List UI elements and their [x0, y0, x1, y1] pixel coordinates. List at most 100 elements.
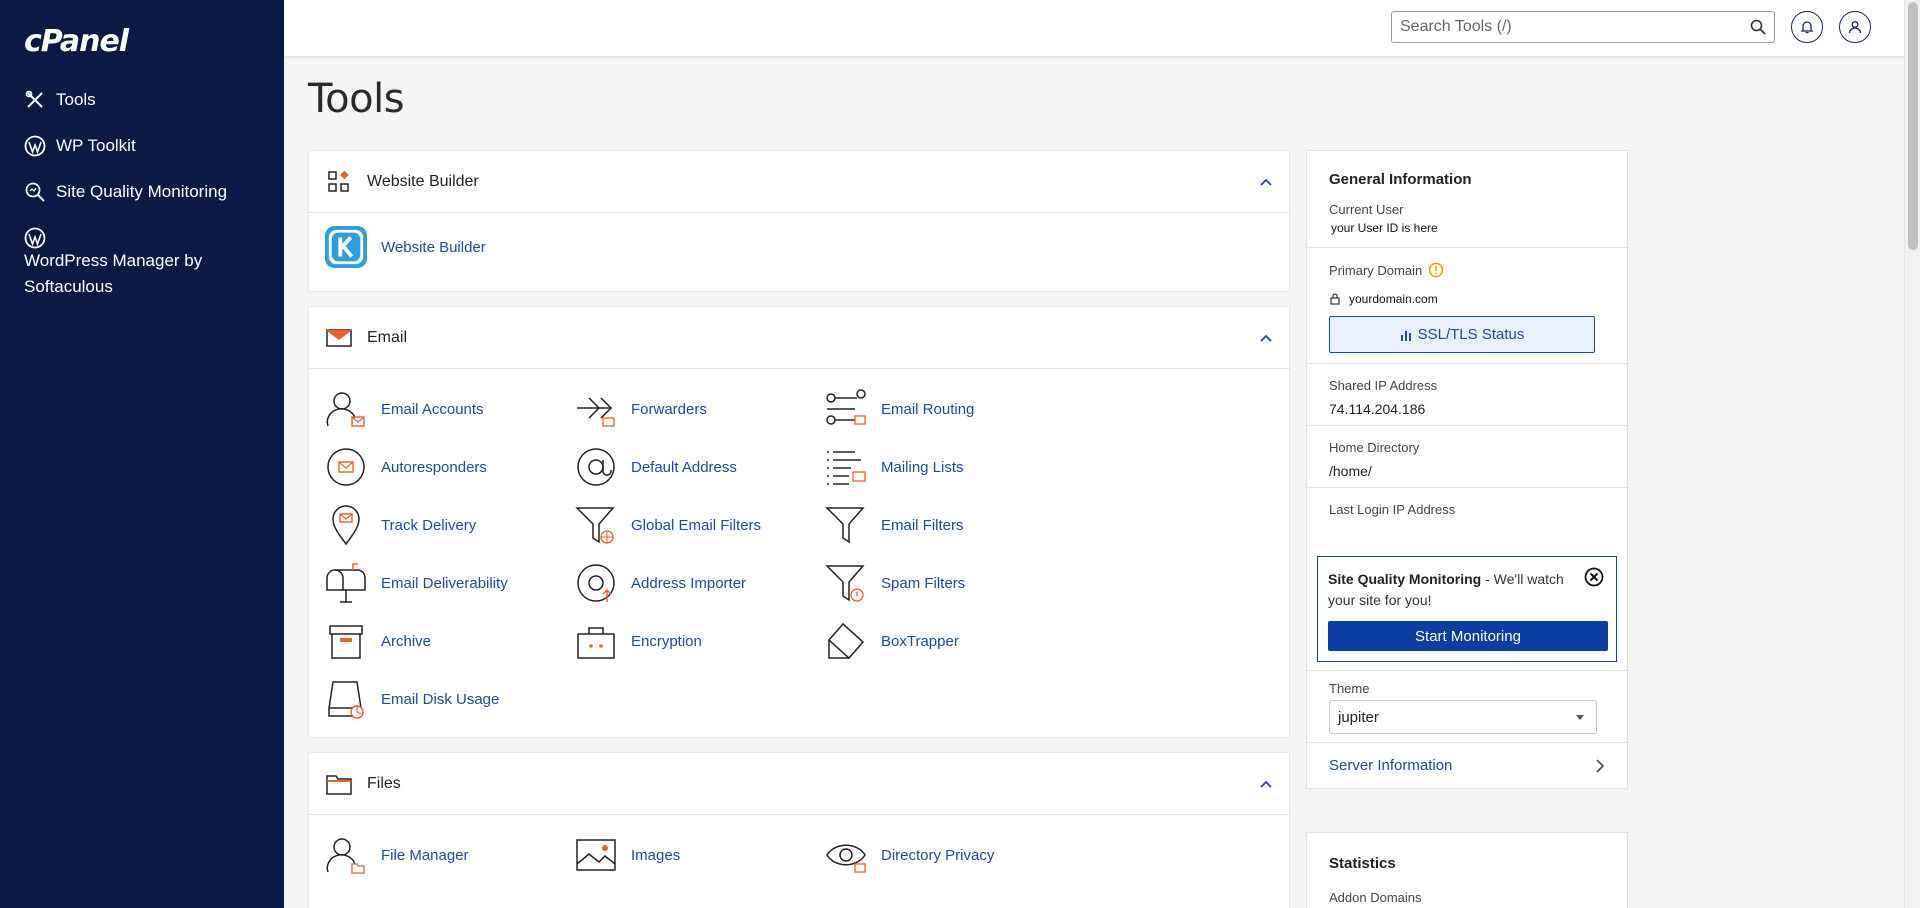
tool-track-delivery[interactable]: Track Delivery: [325, 503, 476, 547]
close-icon[interactable]: [1584, 567, 1604, 587]
tool-email-disk-usage[interactable]: Email Disk Usage: [325, 677, 499, 721]
addon-domains-label: Addon Domains: [1329, 890, 1422, 905]
general-info-title: General Information: [1329, 171, 1472, 188]
tool-label: Spam Filters: [881, 574, 966, 592]
mailing-lists-icon: [827, 451, 866, 485]
topbar: [284, 0, 1904, 57]
sidebar-item-label: Tools: [56, 90, 96, 109]
tool-file-manager[interactable]: File Manager: [325, 833, 469, 877]
panel-email: Email Email Accounts Autoresponders Trac…: [308, 306, 1290, 738]
theme-select[interactable]: jupiter: [1329, 700, 1597, 734]
tool-spam-filters[interactable]: Spam Filters: [825, 561, 965, 605]
tool-label: Global Email Filters: [631, 516, 762, 534]
folder-icon: [326, 774, 352, 795]
theme-select-value: jupiter: [1338, 708, 1379, 726]
tool-boxtrapper[interactable]: BoxTrapper: [825, 619, 959, 663]
server-information-link[interactable]: Server Information: [1329, 757, 1605, 774]
autoresponders-icon: [327, 448, 365, 486]
tool-global-email-filters[interactable]: Global Email Filters: [575, 503, 761, 547]
tool-label: Email Filters: [881, 516, 964, 534]
bell-icon: [1800, 21, 1814, 34]
warning-icon[interactable]: [1428, 262, 1444, 278]
info-section-theme: Theme jupiter: [1307, 670, 1627, 743]
panel-title: Email: [367, 328, 408, 346]
panel-header[interactable]: Website Builder: [309, 151, 1289, 213]
address-importer-icon: [577, 564, 615, 602]
website-builder-icon: [328, 170, 349, 192]
last-login-label: Last Login IP Address: [1329, 502, 1456, 517]
sidebar-item-site-quality-monitoring[interactable]: Site Quality Monitoring: [0, 180, 284, 204]
site-quality-monitoring-callout: Site Quality Monitoring - We'll watch yo…: [1317, 556, 1617, 662]
tool-mailing-lists[interactable]: Mailing Lists: [825, 445, 964, 489]
tool-label: Track Delivery: [381, 516, 477, 534]
statistics-panel: Statistics Addon Domains: [1306, 832, 1628, 908]
sidebar-item-label-line2: Softaculous: [24, 277, 113, 296]
tool-email-routing[interactable]: Email Routing: [825, 387, 974, 431]
shared-ip-label: Shared IP Address: [1329, 378, 1438, 393]
sqm-title: Site Quality Monitoring: [1328, 571, 1482, 587]
current-user-value: your User ID is here: [1331, 221, 1438, 235]
home-dir-label: Home Directory: [1329, 440, 1420, 455]
sidebar-item-tools[interactable]: Tools: [0, 88, 284, 112]
search-icon[interactable]: [1750, 19, 1766, 35]
tool-email-filters[interactable]: Email Filters: [825, 503, 964, 547]
sidebar-item-wp-toolkit[interactable]: WP Toolkit: [0, 134, 284, 158]
boxtrapper-icon: [827, 622, 865, 660]
panel-header[interactable]: Email: [309, 307, 1289, 369]
tools-icon: [25, 90, 43, 108]
info-section-last-login: Last Login IP Address: [1307, 488, 1627, 548]
panel-website-builder: Website Builder Website Builder: [308, 150, 1290, 292]
notifications-button[interactable]: [1791, 11, 1823, 43]
sqm-message: Site Quality Monitoring - We'll watch yo…: [1328, 569, 1568, 611]
info-section-home-dir: Home Directory /home/: [1307, 426, 1627, 488]
tool-encryption[interactable]: Encryption: [575, 619, 702, 663]
shared-ip-value: 74.114.204.186: [1329, 401, 1426, 417]
magnifier-icon: [25, 182, 45, 202]
chevron-right-icon: [1596, 758, 1605, 773]
info-section-domain: Primary Domain yourdomain.com SSL/TLS St…: [1307, 248, 1627, 364]
panel-header[interactable]: Files: [309, 753, 1289, 815]
chevron-up-icon[interactable]: [1259, 175, 1273, 189]
mailbox-icon: [326, 563, 366, 603]
scrollbar-thumb[interactable]: [1908, 2, 1918, 250]
tool-autoresponders[interactable]: Autoresponders: [325, 445, 487, 489]
tool-images[interactable]: Images: [575, 833, 680, 877]
lock-icon: [1330, 293, 1340, 305]
images-icon: [576, 839, 616, 871]
tool-directory-privacy[interactable]: Directory Privacy: [825, 833, 994, 877]
sidebar-item-wordpress-manager[interactable]: WordPress Manager by Softaculous: [0, 226, 284, 299]
search-input[interactable]: [1392, 12, 1732, 42]
user-menu-button[interactable]: [1839, 11, 1871, 43]
panel-title: Website Builder: [367, 172, 479, 190]
tool-archive[interactable]: Archive: [325, 619, 431, 663]
sidebar: cPanel Tools WP Toolkit Site Quality Mon…: [0, 0, 284, 908]
encryption-icon: [577, 627, 615, 659]
tool-label: Email Disk Usage: [381, 690, 500, 708]
tool-label: Images: [631, 846, 681, 864]
chevron-up-icon[interactable]: [1259, 777, 1273, 791]
track-delivery-icon: [332, 505, 360, 546]
panel-title: Files: [367, 774, 401, 792]
server-info-label: Server Information: [1329, 757, 1453, 774]
eye-icon: [826, 844, 866, 873]
tool-email-accounts[interactable]: Email Accounts: [325, 387, 484, 431]
vertical-scrollbar[interactable]: [1904, 0, 1920, 908]
tool-label: Forwarders: [631, 400, 707, 418]
tool-label: Email Accounts: [381, 400, 484, 418]
general-information-panel: General Information Current User your Us…: [1306, 150, 1628, 789]
ssl-tls-status-button[interactable]: SSL/TLS Status: [1329, 316, 1595, 353]
tool-default-address[interactable]: Default Address: [575, 445, 737, 489]
tool-label: Address Importer: [631, 574, 747, 592]
tool-label: Email Deliverability: [381, 574, 508, 592]
tool-address-importer[interactable]: Address Importer: [575, 561, 746, 605]
bar-chart-icon: [1400, 330, 1411, 341]
chevron-up-icon[interactable]: [1259, 331, 1273, 345]
info-section-user: General Information Current User your Us…: [1307, 151, 1627, 248]
email-accounts-icon: [326, 392, 365, 427]
start-monitoring-button[interactable]: Start Monitoring: [1328, 621, 1608, 651]
tool-forwarders[interactable]: Forwarders: [575, 387, 707, 431]
cpanel-logo[interactable]: cPanel: [24, 24, 129, 59]
tool-label: BoxTrapper: [881, 632, 959, 650]
tool-email-deliverability[interactable]: Email Deliverability: [325, 561, 508, 605]
tool-website-builder[interactable]: Website Builder: [325, 225, 486, 269]
